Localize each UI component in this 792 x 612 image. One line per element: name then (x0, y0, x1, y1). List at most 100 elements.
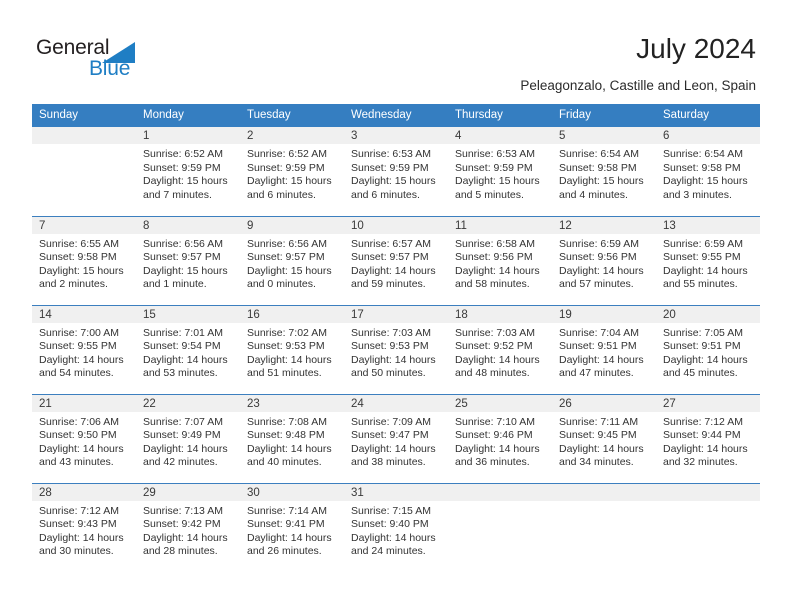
sunset-text: Sunset: 9:57 PM (351, 251, 429, 264)
daylight-line1-text: Daylight: 14 hours (663, 353, 748, 366)
calendar-cell-day-26[interactable]: 26 Sunrise: 7:11 AM Sunset: 9:45 PM Dayligh… (552, 393, 656, 483)
sunrise-text: Sunrise: 7:14 AM (247, 504, 327, 517)
calendar-cell-day-13[interactable]: 13 Sunrise: 6:59 AM Sunset: 9:55 PM Dayligh… (656, 215, 760, 305)
day-details: Sunrise: 6:59 AM Sunset: 9:56 PM Daylight:… (552, 234, 656, 292)
daylight-line2-text: and 30 minutes. (39, 545, 114, 558)
sunset-text: Sunset: 9:59 PM (143, 161, 221, 174)
sunrise-text: Sunrise: 7:05 AM (663, 326, 743, 339)
calendar-cell-day-27[interactable]: 27 Sunrise: 7:12 AM Sunset: 9:44 PM Dayligh… (656, 393, 760, 483)
calendar-cell-day-18[interactable]: 18 Sunrise: 7:03 AM Sunset: 9:52 PM Dayligh… (448, 304, 552, 394)
day-number: 27 (656, 394, 760, 412)
sunrise-text: Sunrise: 6:54 AM (559, 148, 639, 160)
daylight-line2-text: and 38 minutes. (351, 456, 426, 469)
daylight-line2-text: and 5 minutes. (455, 188, 524, 201)
day-details: Sunrise: 7:03 AM Sunset: 9:53 PM Daylight:… (344, 323, 448, 381)
sunset-text: Sunset: 9:51 PM (663, 340, 741, 353)
calendar-cell-day-30[interactable]: 30 Sunrise: 7:14 AM Sunset: 9:41 PM Dayligh… (240, 482, 344, 572)
calendar-cell-day-1[interactable]: 1 Sunrise: 6:52 AM Sunset: 9:59 PM Daylight… (136, 127, 240, 216)
sunset-text: Sunset: 9:59 PM (247, 161, 325, 174)
day-details: Sunrise: 7:05 AM Sunset: 9:51 PM Daylight:… (656, 323, 760, 381)
daylight-line2-text: and 2 minutes. (39, 278, 108, 291)
daylight-line1-text: Daylight: 14 hours (351, 353, 436, 366)
daylight-line2-text: and 42 minutes. (143, 456, 218, 469)
daylight-line2-text: and 0 minutes. (247, 278, 316, 291)
calendar-cell-day-16[interactable]: 16 Sunrise: 7:02 AM Sunset: 9:53 PM Dayligh… (240, 304, 344, 394)
calendar-cell-day-12[interactable]: 12 Sunrise: 6:59 AM Sunset: 9:56 PM Dayligh… (552, 215, 656, 305)
sunrise-text: Sunrise: 6:54 AM (663, 148, 743, 160)
day-details: Sunrise: 6:55 AM Sunset: 9:58 PM Daylight:… (32, 234, 136, 292)
day-number: 4 (448, 127, 552, 144)
daylight-line2-text: and 34 minutes. (559, 456, 634, 469)
day-number: 25 (448, 394, 552, 412)
calendar-cell-day-8[interactable]: 8 Sunrise: 6:56 AM Sunset: 9:57 PM Daylight… (136, 215, 240, 305)
day-number: 7 (32, 216, 136, 234)
sunrise-text: Sunrise: 6:52 AM (247, 148, 327, 160)
daylight-line1-text: Daylight: 14 hours (247, 531, 332, 544)
daylight-line2-text: and 6 minutes. (351, 188, 420, 201)
day-details: Sunrise: 7:11 AM Sunset: 9:45 PM Daylight:… (552, 412, 656, 470)
generalblue-logo[interactable]: General Blue (36, 36, 236, 88)
calendar-cell-day-15[interactable]: 15 Sunrise: 7:01 AM Sunset: 9:54 PM Dayligh… (136, 304, 240, 394)
sunset-text: Sunset: 9:59 PM (351, 161, 429, 174)
calendar-cell-empty (656, 482, 760, 572)
weekday-header-saturday: Saturday (656, 104, 760, 127)
sunrise-text: Sunrise: 7:09 AM (351, 415, 431, 428)
daylight-line2-text: and 1 minute. (143, 278, 207, 291)
sunset-text: Sunset: 9:52 PM (455, 340, 533, 353)
calendar-cell-day-29[interactable]: 29 Sunrise: 7:13 AM Sunset: 9:42 PM Dayligh… (136, 482, 240, 572)
sunrise-text: Sunrise: 6:53 AM (351, 148, 431, 160)
sunset-text: Sunset: 9:53 PM (247, 340, 325, 353)
calendar-cell-day-24[interactable]: 24 Sunrise: 7:09 AM Sunset: 9:47 PM Dayligh… (344, 393, 448, 483)
calendar-cell-day-19[interactable]: 19 Sunrise: 7:04 AM Sunset: 9:51 PM Dayligh… (552, 304, 656, 394)
daylight-line1-text: Daylight: 15 hours (247, 264, 332, 277)
calendar-cell-day-4[interactable]: 4 Sunrise: 6:53 AM Sunset: 9:59 PM Daylight… (448, 127, 552, 216)
calendar-cell-day-3[interactable]: 3 Sunrise: 6:53 AM Sunset: 9:59 PM Daylight… (344, 127, 448, 216)
daylight-line2-text: and 45 minutes. (663, 367, 738, 380)
sunset-text: Sunset: 9:51 PM (559, 340, 637, 353)
sunrise-text: Sunrise: 7:02 AM (247, 326, 327, 339)
daylight-line2-text: and 7 minutes. (143, 188, 212, 201)
daylight-line2-text: and 32 minutes. (663, 456, 738, 469)
calendar-cell-day-7[interactable]: 7 Sunrise: 6:55 AM Sunset: 9:58 PM Daylight… (32, 215, 136, 305)
calendar-week-row: 21 Sunrise: 7:06 AM Sunset: 9:50 PM Dayligh… (32, 393, 760, 483)
daylight-line2-text: and 36 minutes. (455, 456, 530, 469)
day-details: Sunrise: 7:04 AM Sunset: 9:51 PM Daylight:… (552, 323, 656, 381)
day-details: Sunrise: 7:14 AM Sunset: 9:41 PM Daylight:… (240, 501, 344, 559)
day-details: Sunrise: 7:02 AM Sunset: 9:53 PM Daylight:… (240, 323, 344, 381)
day-details: Sunrise: 6:53 AM Sunset: 9:59 PM Daylight:… (448, 144, 552, 202)
daylight-line2-text: and 24 minutes. (351, 545, 426, 558)
calendar-cell-day-17[interactable]: 17 Sunrise: 7:03 AM Sunset: 9:53 PM Dayligh… (344, 304, 448, 394)
sunset-text: Sunset: 9:47 PM (351, 429, 429, 442)
calendar-cell-day-9[interactable]: 9 Sunrise: 6:56 AM Sunset: 9:57 PM Daylight… (240, 215, 344, 305)
day-number: 17 (344, 305, 448, 323)
calendar-cell-day-25[interactable]: 25 Sunrise: 7:10 AM Sunset: 9:46 PM Dayligh… (448, 393, 552, 483)
daylight-line1-text: Daylight: 14 hours (39, 353, 124, 366)
calendar-cell-day-6[interactable]: 6 Sunrise: 6:54 AM Sunset: 9:58 PM Daylight… (656, 127, 760, 216)
calendar-cell-day-21[interactable]: 21 Sunrise: 7:06 AM Sunset: 9:50 PM Dayligh… (32, 393, 136, 483)
calendar-cell-day-5[interactable]: 5 Sunrise: 6:54 AM Sunset: 9:58 PM Daylight… (552, 127, 656, 216)
calendar-cell-day-23[interactable]: 23 Sunrise: 7:08 AM Sunset: 9:48 PM Dayligh… (240, 393, 344, 483)
day-details: Sunrise: 6:52 AM Sunset: 9:59 PM Daylight:… (136, 144, 240, 202)
calendar-week-row: 1 Sunrise: 6:52 AM Sunset: 9:59 PM Daylight… (32, 127, 760, 216)
day-number: 22 (136, 394, 240, 412)
sunset-text: Sunset: 9:58 PM (559, 161, 637, 174)
day-number: 6 (656, 127, 760, 144)
daylight-line1-text: Daylight: 14 hours (247, 353, 332, 366)
daylight-line1-text: Daylight: 15 hours (455, 175, 540, 188)
sunrise-text: Sunrise: 7:00 AM (39, 326, 119, 339)
calendar-cell-day-20[interactable]: 20 Sunrise: 7:05 AM Sunset: 9:51 PM Dayligh… (656, 304, 760, 394)
calendar-cell-day-31[interactable]: 31 Sunrise: 7:15 AM Sunset: 9:40 PM Dayligh… (344, 482, 448, 572)
calendar-cell-day-10[interactable]: 10 Sunrise: 6:57 AM Sunset: 9:57 PM Dayligh… (344, 215, 448, 305)
sunrise-text: Sunrise: 6:55 AM (39, 237, 119, 250)
sunrise-text: Sunrise: 7:03 AM (455, 326, 535, 339)
day-details: Sunrise: 6:57 AM Sunset: 9:57 PM Daylight:… (344, 234, 448, 292)
calendar-week-row: 14 Sunrise: 7:00 AM Sunset: 9:55 PM Dayligh… (32, 304, 760, 394)
calendar-cell-day-2[interactable]: 2 Sunrise: 6:52 AM Sunset: 9:59 PM Daylight… (240, 127, 344, 216)
calendar-cell-day-28[interactable]: 28 Sunrise: 7:12 AM Sunset: 9:43 PM Dayligh… (32, 482, 136, 572)
day-number: 12 (552, 216, 656, 234)
day-details: Sunrise: 6:54 AM Sunset: 9:58 PM Daylight:… (552, 144, 656, 202)
calendar-cell-day-14[interactable]: 14 Sunrise: 7:00 AM Sunset: 9:55 PM Dayligh… (32, 304, 136, 394)
sunset-text: Sunset: 9:58 PM (663, 161, 741, 174)
calendar-cell-day-11[interactable]: 11 Sunrise: 6:58 AM Sunset: 9:56 PM Dayligh… (448, 215, 552, 305)
calendar-cell-day-22[interactable]: 22 Sunrise: 7:07 AM Sunset: 9:49 PM Dayligh… (136, 393, 240, 483)
